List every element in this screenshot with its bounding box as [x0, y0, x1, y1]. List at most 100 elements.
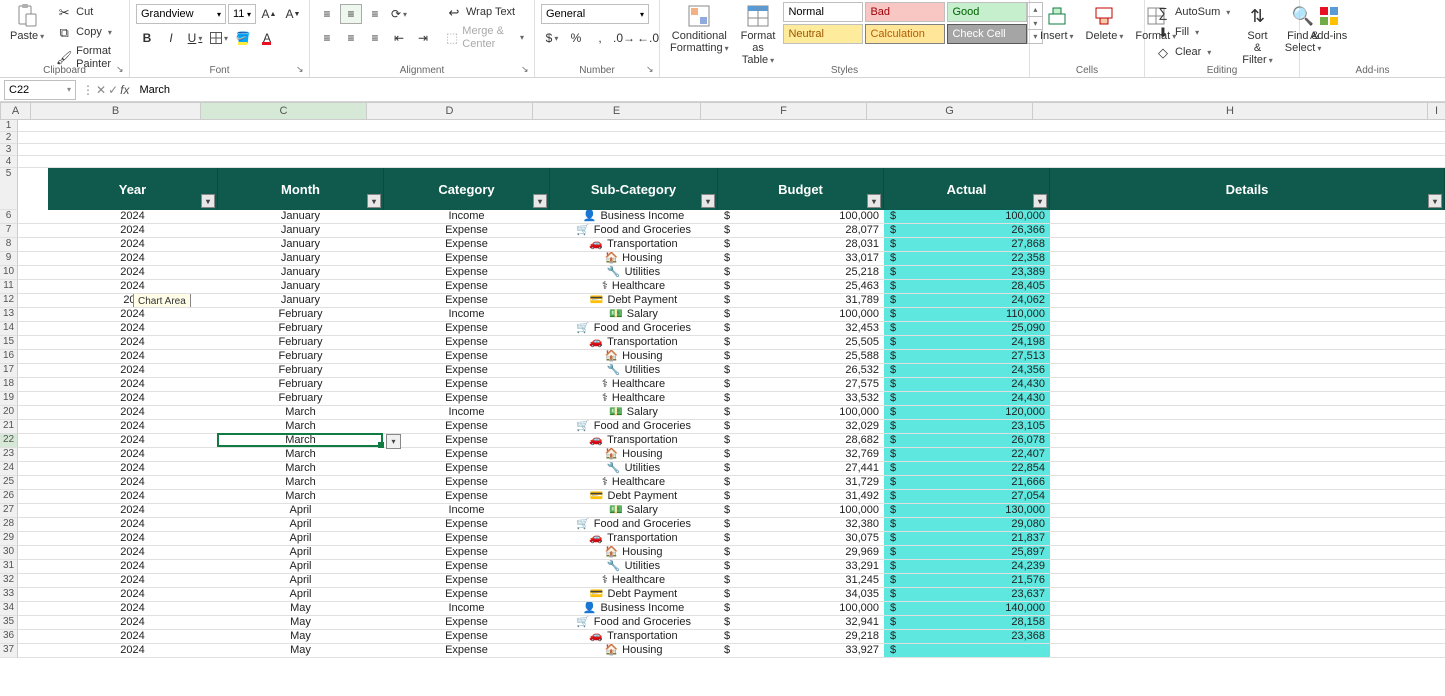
- decrease-indent-button[interactable]: ⇤: [388, 28, 410, 48]
- column-header-H[interactable]: H: [1033, 103, 1428, 119]
- percent-format-button[interactable]: %: [565, 28, 587, 48]
- conditional-formatting-button[interactable]: Conditional Formatting: [666, 2, 733, 56]
- formula-vdots[interactable]: ⋮: [82, 83, 94, 97]
- addins-button[interactable]: Add-ins: [1306, 2, 1351, 44]
- row-header-17[interactable]: 17: [0, 364, 18, 378]
- paste-button[interactable]: Paste: [6, 2, 48, 44]
- number-launcher[interactable]: ↘: [646, 65, 656, 75]
- filter-button-month[interactable]: ▾: [367, 194, 381, 208]
- row-header-25[interactable]: 25: [0, 476, 18, 490]
- insert-function-button[interactable]: fx: [120, 83, 129, 97]
- borders-button[interactable]: [208, 28, 230, 48]
- fill-button[interactable]: ⬇Fill: [1151, 24, 1234, 42]
- style-neutral[interactable]: Neutral: [783, 24, 863, 44]
- column-header-G[interactable]: G: [867, 103, 1033, 119]
- accounting-format-button[interactable]: $: [541, 28, 563, 48]
- row-header-30[interactable]: 30: [0, 546, 18, 560]
- column-header-C[interactable]: C: [201, 103, 367, 119]
- row-header-13[interactable]: 13: [0, 308, 18, 322]
- style-normal[interactable]: Normal: [783, 2, 863, 22]
- align-right-button[interactable]: ≡: [364, 28, 386, 48]
- row-header-27[interactable]: 27: [0, 504, 18, 518]
- row-header-21[interactable]: 21: [0, 420, 18, 434]
- copy-button[interactable]: ⧉Copy: [52, 24, 123, 42]
- row-header-10[interactable]: 10: [0, 266, 18, 280]
- alignment-launcher[interactable]: ↘: [521, 65, 531, 75]
- row-header-24[interactable]: 24: [0, 462, 18, 476]
- row-header-33[interactable]: 33: [0, 588, 18, 602]
- row-header-14[interactable]: 14: [0, 322, 18, 336]
- align-center-button[interactable]: ≡: [340, 28, 362, 48]
- increase-font-button[interactable]: A▲: [258, 4, 280, 24]
- orientation-button[interactable]: ⟳: [388, 4, 410, 24]
- clipboard-launcher[interactable]: ↘: [116, 65, 126, 75]
- decrease-decimal-button[interactable]: ←.0: [637, 28, 659, 48]
- row-header-11[interactable]: 11: [0, 280, 18, 294]
- row-header-19[interactable]: 19: [0, 392, 18, 406]
- bold-button[interactable]: B: [136, 28, 158, 48]
- autosum-button[interactable]: ∑AutoSum: [1151, 4, 1234, 22]
- column-header-I[interactable]: I: [1428, 103, 1445, 119]
- number-format-select[interactable]: General▾: [541, 4, 649, 24]
- font-launcher[interactable]: ↘: [296, 65, 306, 75]
- row-header-6[interactable]: 6: [0, 210, 18, 224]
- column-header-A[interactable]: A: [1, 103, 31, 119]
- row-header-5[interactable]: 5: [0, 168, 18, 210]
- cut-button[interactable]: ✂Cut: [52, 4, 123, 22]
- cell-dropdown-handle[interactable]: ▾: [386, 434, 401, 449]
- wrap-text-button[interactable]: ↩Wrap Text: [442, 4, 528, 22]
- format-as-table-button[interactable]: Format as Table: [737, 2, 780, 68]
- comma-format-button[interactable]: ,: [589, 28, 611, 48]
- align-bottom-button[interactable]: ≡: [364, 4, 386, 24]
- underline-button[interactable]: U: [184, 28, 206, 48]
- row-header-28[interactable]: 28: [0, 518, 18, 532]
- row-header-29[interactable]: 29: [0, 532, 18, 546]
- column-header-D[interactable]: D: [367, 103, 533, 119]
- increase-decimal-button[interactable]: .0→: [613, 28, 635, 48]
- align-left-button[interactable]: ≡: [316, 28, 338, 48]
- column-header-F[interactable]: F: [701, 103, 867, 119]
- filter-button-budget[interactable]: ▾: [867, 194, 881, 208]
- row-header-34[interactable]: 34: [0, 602, 18, 616]
- sort-filter-button[interactable]: ⇅Sort & Filter: [1238, 2, 1276, 68]
- align-middle-button[interactable]: ≡: [340, 4, 362, 24]
- row-header-15[interactable]: 15: [0, 336, 18, 350]
- clear-button[interactable]: ◇Clear: [1151, 44, 1234, 62]
- font-size-select[interactable]: 11▾: [228, 4, 256, 24]
- row-header-12[interactable]: 12: [0, 294, 18, 308]
- filter-button-year[interactable]: ▾: [201, 194, 215, 208]
- merge-center-button[interactable]: ⬚Merge & Center: [442, 24, 528, 52]
- font-name-select[interactable]: Grandview▾: [136, 4, 226, 24]
- row-header-31[interactable]: 31: [0, 560, 18, 574]
- formula-cancel[interactable]: ✕: [96, 83, 106, 97]
- row-header-23[interactable]: 23: [0, 448, 18, 462]
- increase-indent-button[interactable]: ⇥: [412, 28, 434, 48]
- formula-enter[interactable]: ✓: [108, 83, 118, 97]
- row-header-20[interactable]: 20: [0, 406, 18, 420]
- row-header-8[interactable]: 8: [0, 238, 18, 252]
- row-header-16[interactable]: 16: [0, 350, 18, 364]
- row-header-1[interactable]: 1: [0, 120, 18, 132]
- font-color-button[interactable]: A: [256, 28, 278, 48]
- row-header-32[interactable]: 32: [0, 574, 18, 588]
- italic-button[interactable]: I: [160, 28, 182, 48]
- delete-cells-button[interactable]: Delete: [1082, 2, 1128, 44]
- filter-button-actual[interactable]: ▾: [1033, 194, 1047, 208]
- decrease-font-button[interactable]: A▼: [282, 4, 304, 24]
- name-box[interactable]: C22▾: [4, 80, 76, 100]
- filter-button-details[interactable]: ▾: [1428, 194, 1442, 208]
- filter-button-sub-category[interactable]: ▾: [701, 194, 715, 208]
- row-header-26[interactable]: 26: [0, 490, 18, 504]
- row-header-2[interactable]: 2: [0, 132, 18, 144]
- style-good[interactable]: Good: [947, 2, 1027, 22]
- insert-cells-button[interactable]: Insert: [1036, 2, 1078, 44]
- row-header-22[interactable]: 22: [0, 434, 18, 448]
- column-header-B[interactable]: B: [31, 103, 201, 119]
- row-header-18[interactable]: 18: [0, 378, 18, 392]
- row-header-4[interactable]: 4: [0, 156, 18, 168]
- style-check-cell[interactable]: Check Cell: [947, 24, 1027, 44]
- fill-color-button[interactable]: 🪣: [232, 28, 254, 48]
- row-header-3[interactable]: 3: [0, 144, 18, 156]
- row-header-36[interactable]: 36: [0, 630, 18, 644]
- row-header-9[interactable]: 9: [0, 252, 18, 266]
